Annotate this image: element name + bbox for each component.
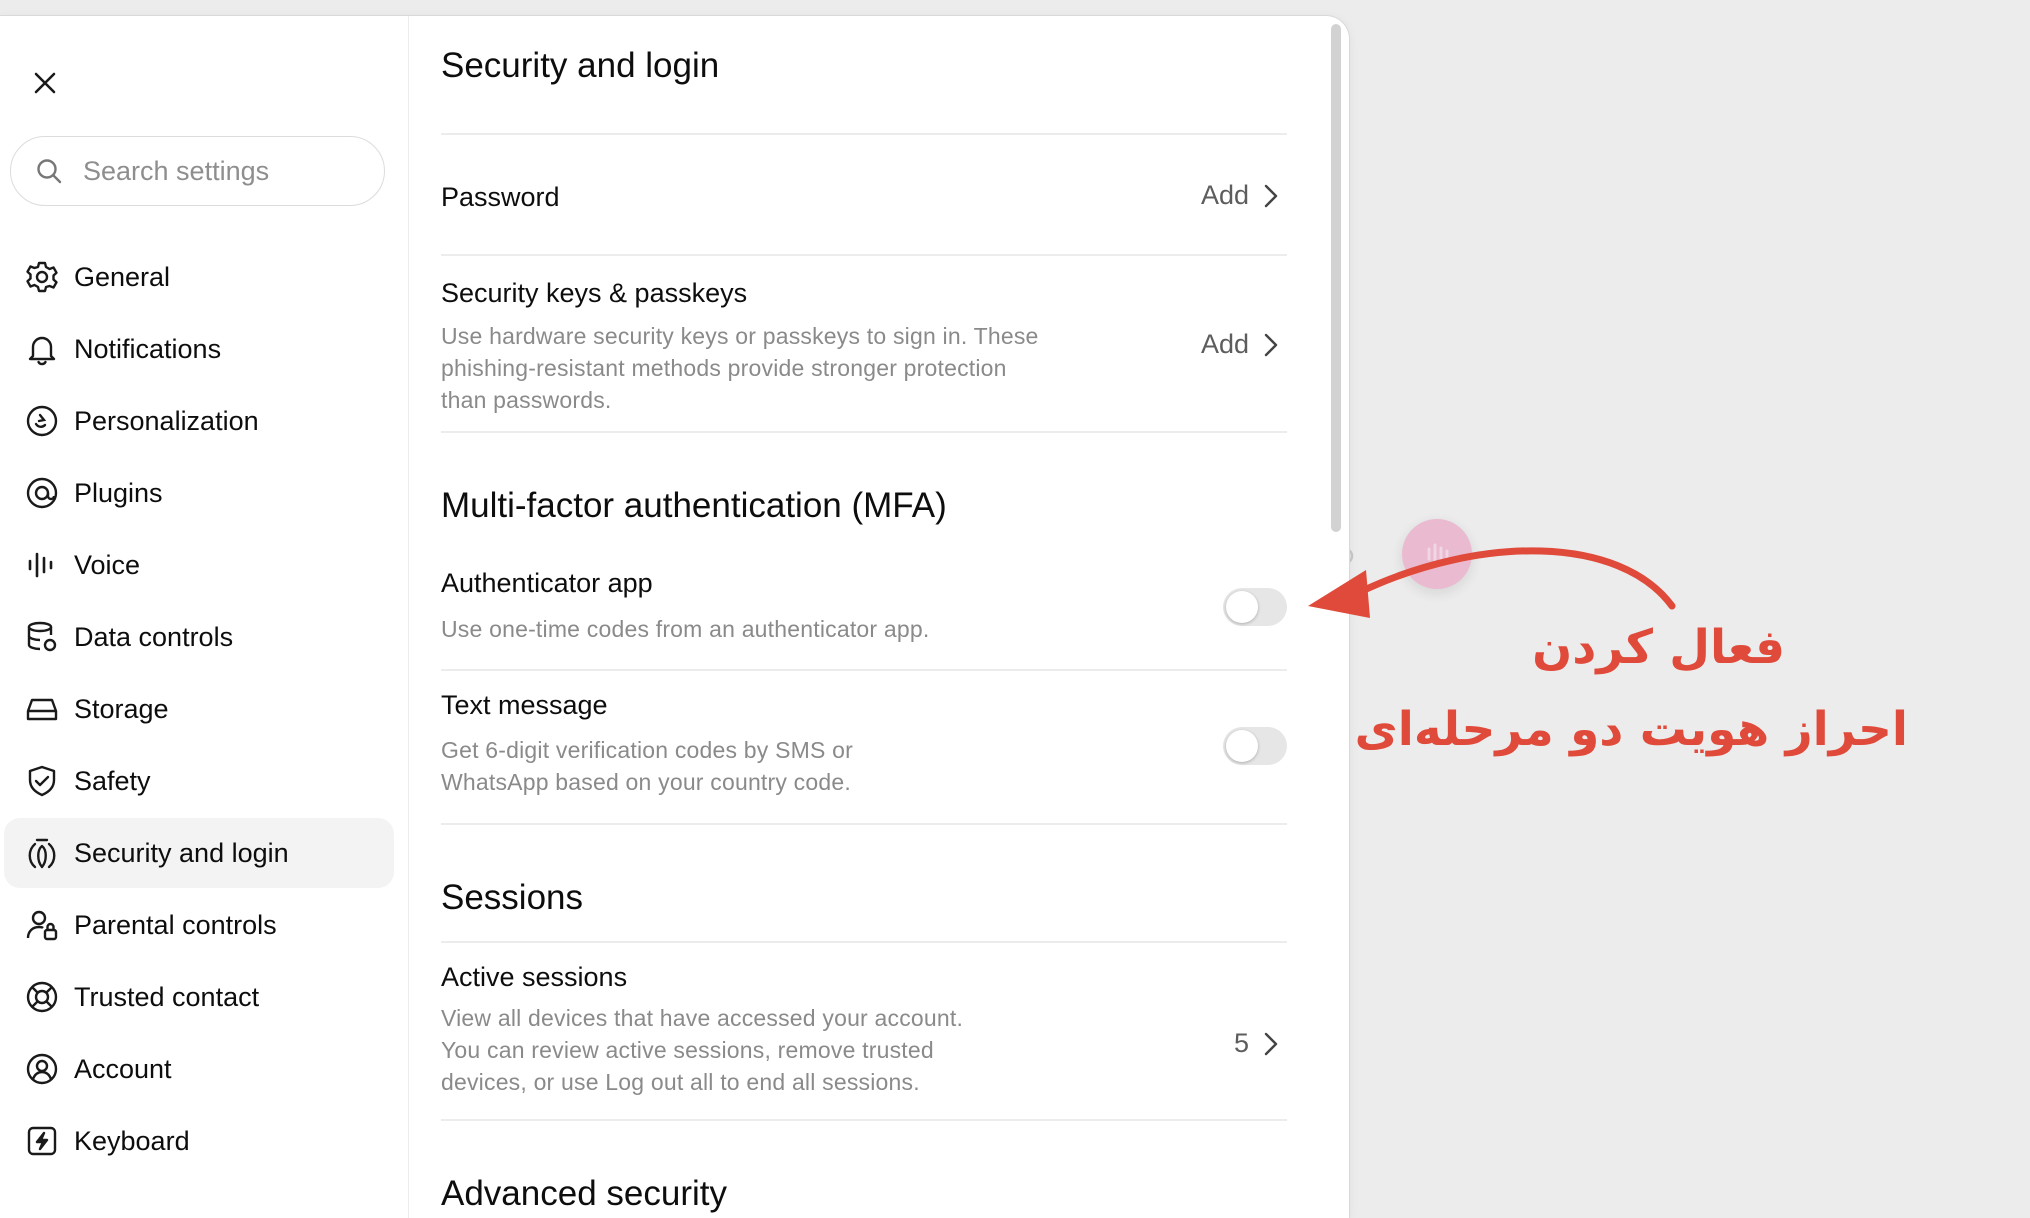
sidebar-item-account[interactable]: Account [4,1034,394,1104]
bell-icon [24,331,60,367]
security-keys-title: Security keys & passkeys [441,278,748,308]
sidebar-item-security-and-login[interactable]: Security and login [4,818,394,888]
sidebar-item-storage[interactable]: Storage [4,674,394,744]
password-title: Password [441,182,560,212]
active-sessions-button[interactable]: 5 [1234,1028,1279,1059]
advanced-security-title: Advanced security [441,1174,727,1213]
text-message-title: Text message [441,690,608,720]
sidebar-item-label: Data controls [74,621,234,652]
shield-check-icon [24,763,60,799]
storage-drive-icon [24,691,60,727]
sidebar-item-keyboard[interactable]: Keyboard [4,1106,394,1176]
text-message-toggle[interactable] [1223,727,1287,765]
sidebar-item-safety[interactable]: Safety [4,746,394,816]
sidebar-item-label: Notifications [74,333,222,364]
sidebar-item-label: Plugins [74,477,163,508]
divider [441,941,1287,943]
sidebar-item-label: Trusted contact [74,981,260,1012]
password-add-button[interactable]: Add [1201,180,1279,211]
user-circle-icon [24,1051,60,1087]
sidebar-item-plugins[interactable]: Plugins [4,458,394,528]
active-sessions-title: Active sessions [441,962,628,992]
settings-sidebar: General Notifications Personalizatio [0,16,409,1218]
sidebar-item-notifications[interactable]: Notifications [4,314,394,384]
chevron-right-icon [1264,1032,1278,1055]
divider [441,823,1287,825]
mfa-section-title: Multi-factor authentication (MFA) [441,486,947,525]
gear-icon [24,259,60,295]
authenticator-app-title: Authenticator app [441,568,653,598]
sessions-section-title: Sessions [441,878,584,917]
database-gear-icon [24,619,60,655]
annotation-text-line2: احراز هویت دو مرحله‌ای [1354,702,1908,757]
search-field[interactable] [10,136,385,206]
active-sessions-count: 5 [1233,1028,1249,1058]
settings-modal: General Notifications Personalizatio [0,15,1350,1218]
toggle-knob [1226,591,1258,623]
authenticator-app-description: Use one-time codes from an authenticator… [441,616,930,642]
security-keys-add-button[interactable]: Add [1201,329,1279,360]
divider [441,431,1287,433]
sidebar-item-general[interactable]: General [4,242,394,312]
sidebar-item-personalization[interactable]: Personalization [4,386,394,456]
password-add-label: Add [1200,180,1249,210]
chevron-right-icon [1264,333,1278,356]
toggle-knob [1226,730,1258,762]
security-keys-add-label: Add [1200,329,1249,359]
security-settings-panel: Security and login Password Add Security… [441,16,1287,1218]
sidebar-item-trusted-contact[interactable]: Trusted contact [4,962,394,1032]
search-icon [37,159,62,184]
sidebar-item-label: Voice [74,549,141,580]
sidebar-item-label: Parental controls [74,909,277,940]
active-sessions-description: View all devices that have accessed your… [441,1005,964,1095]
sidebar-item-label: Keyboard [74,1125,190,1156]
lifebuoy-icon [24,979,60,1015]
close-icon [34,72,56,94]
chevron-right-icon [1264,184,1278,207]
divider [441,254,1287,256]
user-lock-icon [24,907,60,943]
sidebar-item-label: Account [74,1053,172,1084]
page-title: Security and login [441,46,720,85]
security-key-icon [24,835,60,871]
text-message-description: Get 6-digit verification codes by SMS or… [441,737,853,795]
keyboard-bolt-icon [24,1123,60,1159]
sidebar-item-voice[interactable]: Voice [4,530,394,600]
divider [441,669,1287,671]
divider [441,133,1287,135]
sidebar-item-label: Personalization [74,405,259,436]
annotation-arrow [1308,547,1676,618]
divider [441,1119,1287,1121]
annotation-text-line1: فعال کردن [1532,620,1785,675]
plugins-icon [24,475,60,511]
sidebar-item-data-controls[interactable]: Data controls [4,602,394,672]
voice-waveform-icon [24,547,60,583]
authenticator-app-toggle[interactable] [1223,588,1287,626]
personalization-icon [24,403,60,439]
sidebar-item-parental-controls[interactable]: Parental controls [4,890,394,960]
content-scrollbar[interactable] [1331,24,1341,532]
sidebar-item-label: Storage [74,693,169,724]
sidebar-item-label: Safety [74,765,151,796]
close-button[interactable] [22,60,68,106]
security-keys-description: Use hardware security keys or passkeys t… [441,323,1039,413]
sidebar-item-label: Security and login [74,837,289,868]
search-input[interactable] [81,154,365,188]
sidebar-item-label: General [74,261,171,292]
